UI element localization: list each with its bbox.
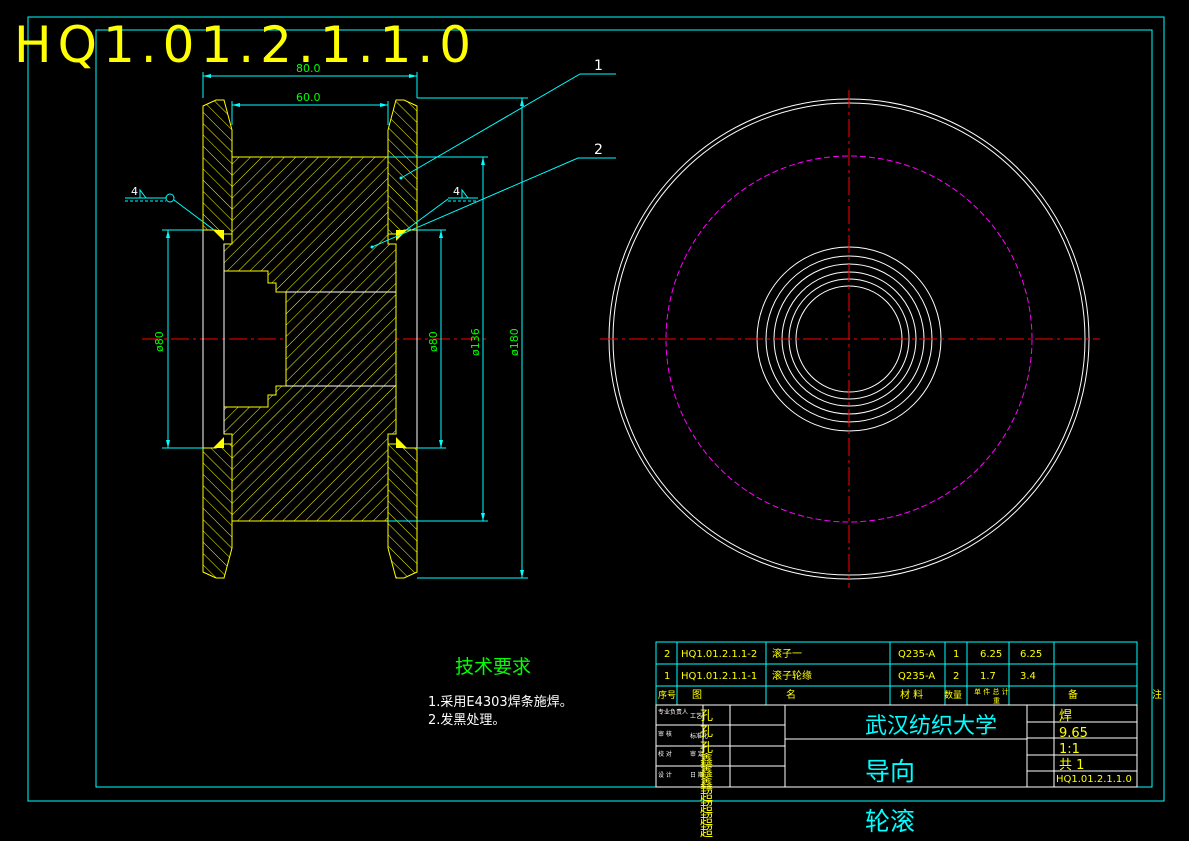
designer-char: 超	[700, 825, 713, 840]
dim-width-inner: 60.0	[296, 91, 321, 104]
designer-name-column: 孔 孔 孔 鑫 鑫 鑫 超 超 超 超	[700, 709, 713, 840]
bom-row: 1 HQ1.01.2.1.1-1 滚子轮缘 Q235-A 2 1.7 3.4	[664, 669, 1036, 682]
dim-hub: ø136	[469, 328, 482, 356]
designer-char: 孔	[700, 725, 713, 740]
weld-mark	[396, 437, 407, 448]
leader-dot	[370, 245, 374, 249]
role-label: 设 计	[658, 771, 672, 779]
bom-cell: 2	[664, 649, 670, 660]
bom-header: 序号 图 名 材 料 数量 单 件 总 计 重 备 注	[658, 687, 1162, 705]
weld-size-right: 4	[453, 185, 460, 198]
bom-cell: 3.4	[1020, 671, 1036, 682]
dim-bore-left: ø80	[153, 331, 166, 352]
balloon-1: 1	[594, 58, 603, 74]
role-label: 专业负责人	[658, 708, 688, 716]
bom-row: 2 HQ1.01.2.1.1-2 滚子一 Q235-A 1 6.25 6.25	[664, 647, 1042, 660]
bom-cell: 6.25	[980, 649, 1002, 660]
drawing-number-title: HQ1.01.2.1.1.0	[14, 16, 477, 74]
tech-requirement-item: 2.发黑处理。	[428, 712, 505, 728]
part-name-line2: 轮滚	[865, 807, 915, 836]
stage-label: 焊	[1059, 708, 1072, 724]
weld-size-left: 4	[131, 185, 138, 198]
bom-header-cell: 单 件 总 计	[974, 687, 1009, 696]
bom-header-cell: 材 料	[900, 688, 923, 701]
bom-header-cell: 备	[1068, 688, 1078, 701]
outer-border	[27, 16, 1165, 802]
bom-header-cell: 序号	[658, 689, 676, 701]
bom-cell: 滚子轮缘	[772, 669, 812, 682]
bom-header-cell: 重	[993, 697, 1000, 705]
designer-char: 孔	[700, 709, 713, 724]
bom-header-cell: 数量	[944, 689, 962, 701]
hub-section	[223, 156, 397, 522]
weight-value: 9.65	[1059, 726, 1088, 741]
bom-cell: 1	[953, 649, 959, 660]
role-label: 校 对	[658, 750, 672, 758]
sheet-count: 共 1	[1059, 758, 1084, 773]
right-flange-top	[387, 99, 418, 235]
university-name: 武汉纺织大学	[865, 714, 997, 739]
bom-header-cell: 注	[1152, 688, 1162, 701]
tech-requirements-title: 技术要求	[455, 656, 531, 678]
bom-header-cell: 名	[786, 688, 796, 701]
bom-cell: HQ1.01.2.1.1-2	[681, 649, 757, 660]
part-name-line1: 导向	[865, 757, 915, 786]
dim-outer: ø180	[508, 328, 521, 356]
right-flange-bottom	[387, 443, 418, 579]
bom-cell: 1	[664, 671, 670, 682]
weld-mark	[213, 437, 224, 448]
bom-cell: Q235-A	[898, 671, 935, 682]
bom-header-cell: 图	[692, 689, 702, 701]
title-block-number: HQ1.01.2.1.1.0	[1056, 774, 1132, 785]
leader-dot	[399, 176, 403, 180]
left-flange-bottom	[202, 443, 233, 579]
scale-value: 1:1	[1059, 742, 1080, 757]
bom-cell: 6.25	[1020, 649, 1042, 660]
role-label: 审 核	[658, 730, 672, 738]
end-view	[600, 90, 1100, 588]
dim-bore-right: ø80	[427, 331, 440, 352]
tech-requirement-item: 1.采用E4303焊条施焊。	[428, 694, 573, 710]
bom-cell: 滚子一	[772, 647, 802, 660]
bom-cell: 1.7	[980, 671, 996, 682]
weld-mark	[213, 230, 224, 241]
bom-cell: Q235-A	[898, 649, 935, 660]
weld-symbol-left	[125, 188, 215, 231]
cad-drawing: HQ1.01.2.1.1.0 80.0 60.0 ø80 ø80 ø136 ø1…	[14, 16, 1165, 840]
bom-cell: HQ1.01.2.1.1-1	[681, 671, 757, 682]
bom-cell: 2	[953, 671, 959, 682]
dim-width-outer: 80.0	[296, 62, 321, 75]
balloon-2: 2	[594, 142, 603, 158]
left-flange-top	[202, 99, 233, 235]
